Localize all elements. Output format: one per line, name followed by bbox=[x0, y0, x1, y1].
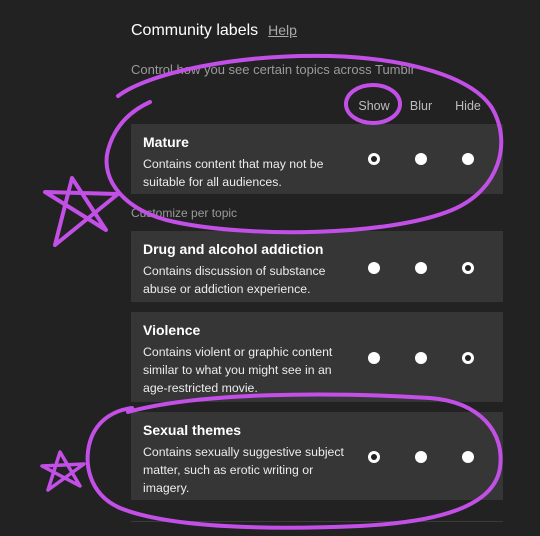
violence-show-radio[interactable] bbox=[368, 352, 380, 364]
violence-hide-radio[interactable] bbox=[462, 352, 474, 364]
topic-title: Sexual themes bbox=[143, 422, 242, 438]
column-header-show: Show bbox=[358, 99, 390, 113]
mature-hide-radio[interactable] bbox=[462, 153, 474, 165]
drug-alcohol-show-radio[interactable] bbox=[368, 262, 380, 274]
topic-description: Contains content that may not be suitabl… bbox=[143, 157, 324, 189]
topic-title: Mature bbox=[143, 134, 189, 150]
annotation-star-large bbox=[43, 176, 120, 247]
customize-section-label: Customize per topic bbox=[131, 206, 238, 220]
column-header-hide: Hide bbox=[455, 99, 481, 113]
bottom-divider bbox=[131, 521, 503, 522]
sexual-themes-show-radio[interactable] bbox=[368, 451, 380, 463]
topic-description: Contains sexually suggestive subject mat… bbox=[143, 445, 344, 495]
sexual-themes-hide-radio[interactable] bbox=[462, 451, 474, 463]
topic-card-mature: Mature Contains content that may not be … bbox=[131, 124, 503, 194]
topic-title: Violence bbox=[143, 322, 201, 338]
mature-show-radio[interactable] bbox=[368, 153, 380, 165]
topic-title: Drug and alcohol addiction bbox=[143, 241, 324, 257]
drug-alcohol-blur-radio[interactable] bbox=[415, 262, 427, 274]
page-subtitle: Control how you see certain topics acros… bbox=[131, 62, 415, 77]
drug-alcohol-hide-radio[interactable] bbox=[462, 262, 474, 274]
page-title: Community labels bbox=[131, 22, 259, 39]
sexual-themes-blur-radio[interactable] bbox=[415, 451, 427, 463]
annotation-star-small bbox=[40, 450, 86, 492]
violence-blur-radio[interactable] bbox=[415, 352, 427, 364]
topic-card-violence: Violence Contains violent or graphic con… bbox=[131, 312, 503, 402]
page-header: Community labels Help bbox=[131, 22, 297, 40]
help-link[interactable]: Help bbox=[268, 22, 297, 38]
mature-blur-radio[interactable] bbox=[415, 153, 427, 165]
topic-card-drug-alcohol: Drug and alcohol addiction Contains disc… bbox=[131, 231, 503, 302]
topic-description: Contains violent or graphic content simi… bbox=[143, 345, 333, 395]
column-header-blur: Blur bbox=[409, 99, 433, 113]
topic-card-sexual-themes: Sexual themes Contains sexually suggesti… bbox=[131, 412, 503, 500]
topic-description: Contains discussion of substance abuse o… bbox=[143, 264, 326, 296]
